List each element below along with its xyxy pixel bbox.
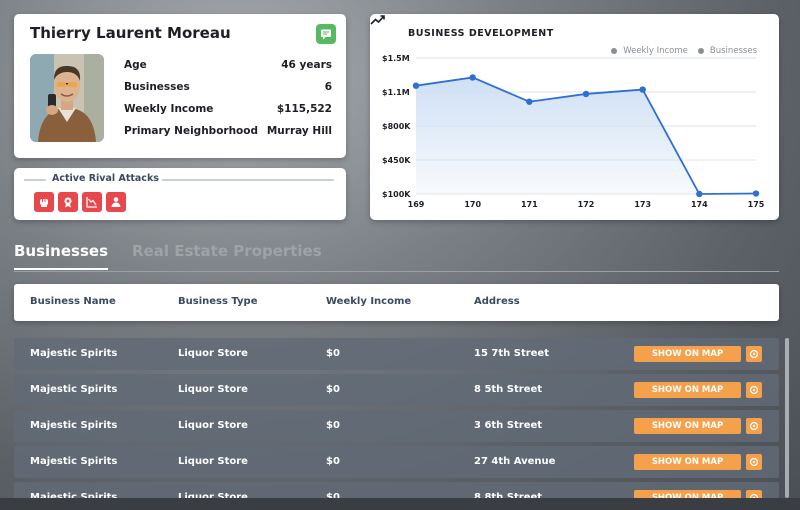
data-point[interactable] bbox=[582, 90, 590, 98]
profile-stats: Age 46 years Businesses 6 Weekly Income … bbox=[124, 59, 332, 147]
chat-button[interactable] bbox=[316, 24, 336, 44]
x-tick-label: 170 bbox=[464, 200, 481, 209]
divider bbox=[24, 179, 46, 181]
crosshair-icon bbox=[749, 421, 759, 431]
chart-plot: $1.5M $1.1M $800K $450K $100K169 170 171 172 173… bbox=[382, 54, 765, 209]
data-point[interactable] bbox=[526, 98, 533, 105]
stat-primary-neighborhood: Primary Neighborhood Murray Hill bbox=[124, 125, 332, 137]
stat-weekly-income: Weekly Income $115,522 bbox=[124, 103, 332, 115]
locate-button[interactable] bbox=[746, 454, 762, 470]
cell-weekly-income: $0 bbox=[326, 384, 340, 395]
locate-button[interactable] bbox=[746, 346, 762, 362]
x-tick-label: 175 bbox=[748, 200, 765, 209]
cell-business-type: Liquor Store bbox=[178, 348, 248, 359]
x-tick-label: 171 bbox=[521, 200, 538, 209]
cell-address: 27 4th Avenue bbox=[474, 456, 556, 467]
rival-attacks-title: Active Rival Attacks bbox=[52, 173, 159, 184]
table-row: Majestic Spirits Liquor Store $0 8 5th S… bbox=[14, 374, 779, 406]
crosshair-icon bbox=[749, 349, 759, 359]
fist-icon[interactable] bbox=[34, 192, 54, 212]
y-tick-label: $1.1M bbox=[382, 88, 410, 97]
badge-icon[interactable] bbox=[58, 192, 78, 212]
cell-address: 3 6th Street bbox=[474, 420, 543, 431]
scrollbar[interactable] bbox=[785, 338, 789, 498]
column-business-name: Business Name bbox=[30, 296, 116, 307]
data-point[interactable] bbox=[639, 86, 646, 93]
table-row: Majestic Spirits Liquor Store $0 15 7th … bbox=[14, 338, 779, 370]
x-tick-label: 172 bbox=[578, 200, 595, 209]
column-weekly-income: Weekly Income bbox=[326, 296, 412, 307]
x-tick-label: 173 bbox=[634, 200, 651, 209]
stat-age: Age 46 years bbox=[124, 59, 332, 71]
show-on-map-button[interactable]: SHOW ON MAP bbox=[634, 418, 741, 434]
crosshair-icon bbox=[749, 457, 759, 467]
cell-business-type: Liquor Store bbox=[178, 420, 248, 431]
column-business-type: Business Type bbox=[178, 296, 258, 307]
locate-button[interactable] bbox=[746, 382, 762, 398]
chart-down-icon[interactable] bbox=[82, 192, 102, 212]
tab-real-estate-properties[interactable]: Real Estate Properties bbox=[132, 242, 322, 260]
y-tick-label: $100K bbox=[382, 190, 411, 199]
cell-business-name: Majestic Spirits bbox=[30, 420, 118, 431]
locate-button[interactable] bbox=[746, 418, 762, 434]
cell-weekly-income: $0 bbox=[326, 456, 340, 467]
crosshair-icon bbox=[749, 385, 759, 395]
data-point[interactable] bbox=[412, 82, 420, 89]
y-tick-label: $800K bbox=[382, 122, 411, 131]
cell-address: 15 7th Street bbox=[474, 348, 549, 359]
bottom-edge bbox=[0, 498, 800, 510]
cell-weekly-income: $0 bbox=[326, 420, 340, 431]
portrait-image bbox=[30, 54, 104, 142]
data-point[interactable] bbox=[469, 74, 476, 81]
cell-business-name: Majestic Spirits bbox=[30, 456, 118, 467]
x-tick-label: 174 bbox=[691, 200, 708, 209]
cell-weekly-income: $0 bbox=[326, 348, 340, 359]
rival-attacks-card: Active Rival Attacks bbox=[14, 168, 346, 220]
cell-business-type: Liquor Store bbox=[178, 384, 248, 395]
tab-businesses[interactable]: Businesses bbox=[14, 242, 108, 270]
chat-icon bbox=[321, 29, 331, 40]
business-development-chart: BUSINESS DEVELOPMENT Weekly Income Busin… bbox=[370, 14, 779, 220]
table-header: Business Name Business Type Weekly Incom… bbox=[14, 284, 779, 321]
profile-card: Thierry Laurent Moreau Age 46 years Busi… bbox=[14, 14, 346, 158]
stat-businesses: Businesses 6 bbox=[124, 81, 332, 93]
rival-attack-icons bbox=[34, 192, 126, 212]
show-on-map-button[interactable]: SHOW ON MAP bbox=[634, 346, 741, 362]
data-point[interactable] bbox=[696, 190, 703, 198]
column-address: Address bbox=[474, 296, 520, 307]
profile-name: Thierry Laurent Moreau bbox=[30, 24, 231, 42]
divider bbox=[162, 179, 334, 181]
y-tick-label: $1.5M bbox=[382, 54, 410, 63]
cell-business-name: Majestic Spirits bbox=[30, 384, 118, 395]
avatar bbox=[30, 54, 104, 142]
cell-address: 8 5th Street bbox=[474, 384, 543, 395]
cell-business-name: Majestic Spirits bbox=[30, 348, 118, 359]
x-tick-label: 169 bbox=[408, 200, 425, 209]
tab-bar: Businesses Real Estate Properties bbox=[14, 242, 779, 272]
data-point[interactable] bbox=[752, 190, 760, 197]
cell-business-type: Liquor Store bbox=[178, 456, 248, 467]
person-icon[interactable] bbox=[106, 192, 126, 212]
table-row: Majestic Spirits Liquor Store $0 27 4th … bbox=[14, 446, 779, 478]
y-tick-label: $450K bbox=[382, 156, 411, 165]
table-row: Majestic Spirits Liquor Store $0 3 6th S… bbox=[14, 410, 779, 442]
show-on-map-button[interactable]: SHOW ON MAP bbox=[634, 454, 741, 470]
show-on-map-button[interactable]: SHOW ON MAP bbox=[634, 382, 741, 398]
